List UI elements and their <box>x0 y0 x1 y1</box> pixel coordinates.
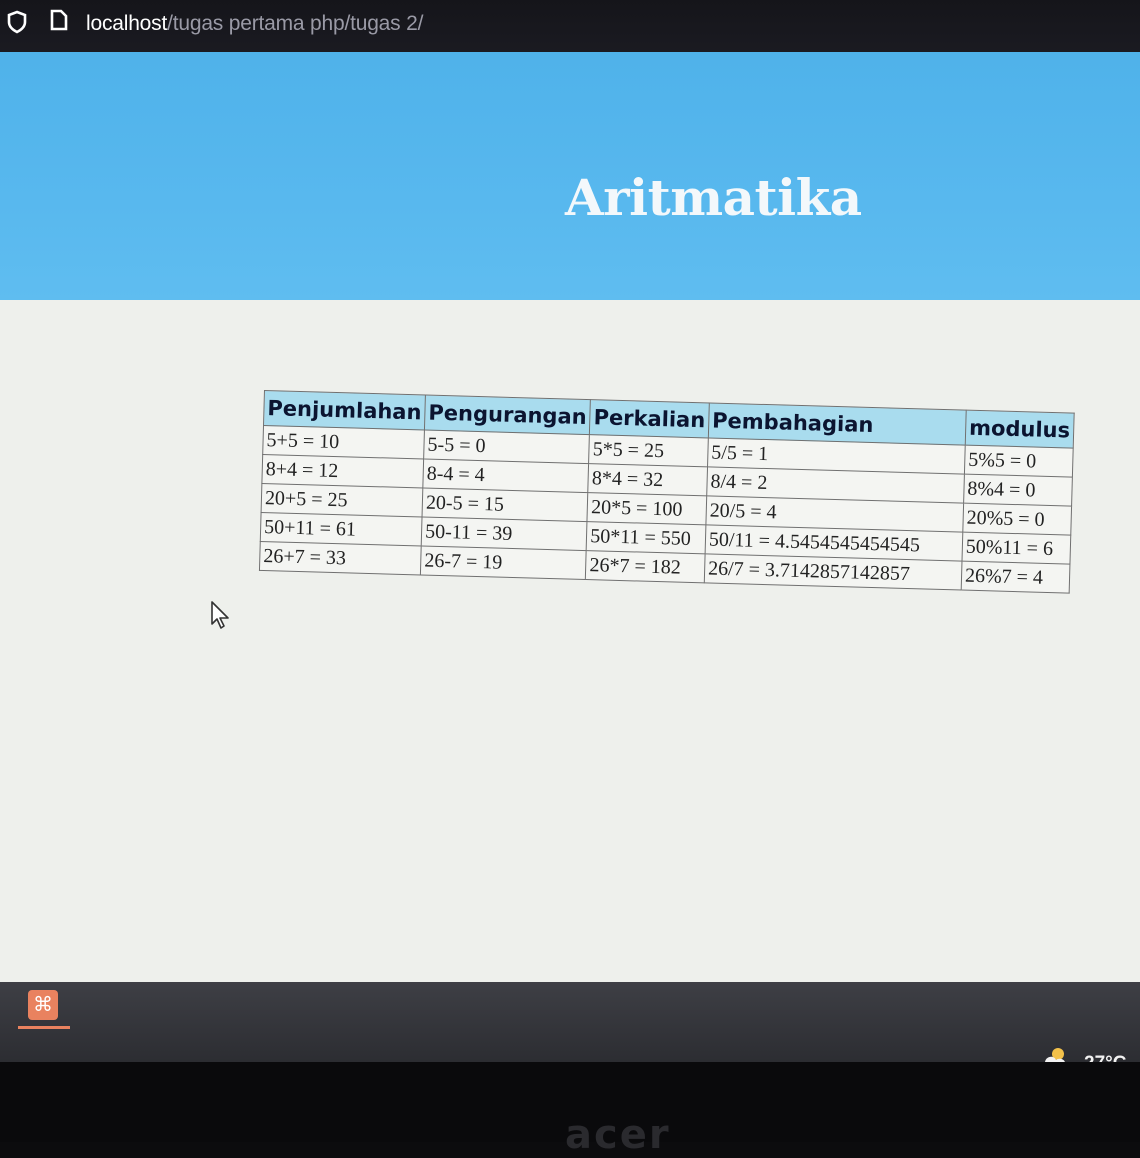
arithmetic-table: Penjumlahan Pengurangan Perkalian Pembah… <box>258 390 1075 594</box>
page-icon <box>50 9 68 31</box>
browser-address-bar[interactable]: localhost/tugas pertama php/tugas 2/ <box>0 0 1140 58</box>
table-cell: 26+7 = 33 <box>259 541 422 575</box>
table-cell: 20-5 = 15 <box>422 487 589 522</box>
header-banner: Aritmatika <box>0 52 1140 300</box>
monitor-brand-logo: acer <box>565 1112 671 1158</box>
web-page: Aritmatika Penjumlahan Pengurangan Perka… <box>0 52 1140 992</box>
table-cell: 50*11 = 550 <box>586 521 706 554</box>
shield-icon[interactable] <box>6 10 28 34</box>
mouse-cursor-icon <box>211 601 229 629</box>
taskbar: ⌘ <box>0 982 1140 1070</box>
table-cell: 8*4 = 32 <box>588 463 708 496</box>
table-cell: 5%5 = 0 <box>964 445 1074 478</box>
table-cell: 5+5 = 10 <box>262 425 425 459</box>
xampp-icon[interactable]: ⌘ <box>28 990 58 1020</box>
header-modulus: modulus <box>965 410 1075 449</box>
header-perkalian: Perkalian <box>589 399 710 438</box>
table-cell: 50%11 = 6 <box>961 532 1071 565</box>
table-cell: 8%4 = 0 <box>963 474 1073 507</box>
table-cell: 8-4 = 4 <box>422 458 589 493</box>
table-cell: 20%5 = 0 <box>962 503 1072 536</box>
active-app-indicator <box>18 1026 70 1029</box>
table-cell: 26-7 = 19 <box>420 545 587 580</box>
table-cell: 50+11 = 61 <box>260 512 423 546</box>
header-pengurangan: Pengurangan <box>424 395 591 435</box>
url-host: localhost <box>86 12 168 35</box>
table-cell: 5*5 = 25 <box>588 434 709 467</box>
table-cell: 26%7 = 4 <box>961 561 1070 594</box>
table-cell: 8+4 = 12 <box>261 454 424 488</box>
url-path: /tugas pertama php/tugas 2/ <box>167 12 424 35</box>
table-cell: 26/7 = 3.7142857142857 <box>704 553 962 591</box>
url-field[interactable]: localhost/tugas pertama php/tugas 2/ <box>86 12 423 36</box>
page-title: Aritmatika <box>565 168 862 227</box>
table-cell: 26*7 = 182 <box>585 550 706 583</box>
table-cell: 50-11 = 39 <box>421 516 588 551</box>
header-penjumlahan: Penjumlahan <box>263 390 426 430</box>
table-cell: 20*5 = 100 <box>587 492 707 525</box>
monitor-bezel: acer <box>0 1062 1140 1158</box>
table-cell: 20+5 = 25 <box>261 483 423 517</box>
table-cell: 5-5 = 0 <box>423 429 590 464</box>
